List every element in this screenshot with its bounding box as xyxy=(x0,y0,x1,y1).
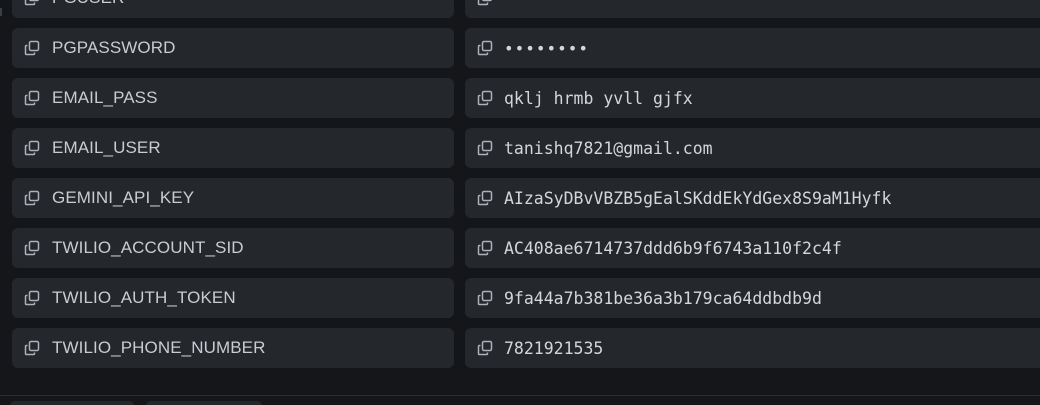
copy-icon[interactable] xyxy=(23,139,41,157)
env-key-cell[interactable]: EMAIL_PASS xyxy=(12,78,454,118)
env-value-text: qklj hrmb yvll gjfx xyxy=(504,88,693,108)
env-key-cell[interactable]: PGPASSWORD xyxy=(12,28,454,68)
env-key-label: EMAIL_USER xyxy=(52,138,161,157)
env-var-row: TWILIO_ACCOUNT_SID AC408ae6714737ddd6b9f… xyxy=(0,228,1040,278)
env-value-cell[interactable]: •••••••• xyxy=(465,28,1040,68)
env-key-label: PGPASSWORD xyxy=(52,38,176,57)
copy-icon[interactable] xyxy=(476,289,494,307)
env-key-label: EMAIL_PASS xyxy=(52,88,158,107)
env-value-cell[interactable]: tanishq7821@gmail.com xyxy=(465,128,1040,168)
footer-divider xyxy=(0,395,1040,396)
env-value-masked: •••••••• xyxy=(504,38,590,58)
env-value-text: tanishq7821@gmail.com xyxy=(504,138,713,158)
footer-tab-right[interactable] xyxy=(146,401,262,405)
env-value-cell[interactable]: 7821921535 xyxy=(465,328,1040,368)
footer-tab-left[interactable] xyxy=(10,401,134,405)
env-value-text: AIzaSyDBvVBZB5gEalSKddEkYdGex8S9aM1Hyfk xyxy=(504,188,892,208)
env-var-row: PGPASSWORD •••••••• xyxy=(0,28,1040,78)
env-key-label: GEMINI_API_KEY xyxy=(52,188,195,207)
env-value-text: 7821921535 xyxy=(504,338,604,358)
env-key-cell[interactable]: TWILIO_PHONE_NUMBER xyxy=(12,328,454,368)
copy-icon[interactable] xyxy=(23,89,41,107)
env-key-label: PGUSER xyxy=(52,0,124,8)
copy-icon[interactable] xyxy=(23,0,41,7)
copy-icon[interactable] xyxy=(476,0,494,7)
copy-icon[interactable] xyxy=(23,289,41,307)
env-value-cell[interactable]: AIzaSyDBvVBZB5gEalSKddEkYdGex8S9aM1Hyfk xyxy=(465,178,1040,218)
env-var-row: PGUSER xyxy=(0,0,1040,28)
env-key-label: TWILIO_ACCOUNT_SID xyxy=(52,238,244,257)
env-key-cell[interactable]: EMAIL_USER xyxy=(12,128,454,168)
copy-icon[interactable] xyxy=(23,239,41,257)
env-var-row: GEMINI_API_KEY AIzaSyDBvVBZB5gEalSKddEkY… xyxy=(0,178,1040,228)
copy-icon[interactable] xyxy=(476,189,494,207)
env-key-cell[interactable]: PGUSER xyxy=(12,0,454,18)
env-key-label: TWILIO_PHONE_NUMBER xyxy=(52,338,266,357)
env-key-cell[interactable]: TWILIO_ACCOUNT_SID xyxy=(12,228,454,268)
copy-icon[interactable] xyxy=(476,39,494,57)
copy-icon[interactable] xyxy=(23,39,41,57)
env-var-row: EMAIL_PASS qklj hrmb yvll gjfx xyxy=(0,78,1040,128)
env-var-row: EMAIL_USER tanishq7821@gmail.com xyxy=(0,128,1040,178)
env-value-cell[interactable] xyxy=(465,0,1040,18)
copy-icon[interactable] xyxy=(476,89,494,107)
env-value-text: 9fa44a7b381be36a3b179ca64ddbdb9d xyxy=(504,288,822,308)
copy-icon[interactable] xyxy=(23,339,41,357)
env-var-row: TWILIO_AUTH_TOKEN 9fa44a7b381be36a3b179c… xyxy=(0,278,1040,328)
copy-icon[interactable] xyxy=(476,139,494,157)
env-value-cell[interactable]: 9fa44a7b381be36a3b179ca64ddbdb9d xyxy=(465,278,1040,318)
copy-icon[interactable] xyxy=(23,189,41,207)
env-vars-list: PGUSER xyxy=(0,0,1040,378)
env-value-cell[interactable]: AC408ae6714737ddd6b9f6743a110f2c4f xyxy=(465,228,1040,268)
env-var-row: TWILIO_PHONE_NUMBER 7821921535 xyxy=(0,328,1040,378)
env-key-cell[interactable]: GEMINI_API_KEY xyxy=(12,178,454,218)
copy-icon[interactable] xyxy=(476,239,494,257)
copy-icon[interactable] xyxy=(476,339,494,357)
env-key-label: TWILIO_AUTH_TOKEN xyxy=(52,288,236,307)
env-vars-panel: PGUSER xyxy=(0,0,1040,405)
env-value-text: AC408ae6714737ddd6b9f6743a110f2c4f xyxy=(504,238,842,258)
env-value-cell[interactable]: qklj hrmb yvll gjfx xyxy=(465,78,1040,118)
env-key-cell[interactable]: TWILIO_AUTH_TOKEN xyxy=(12,278,454,318)
